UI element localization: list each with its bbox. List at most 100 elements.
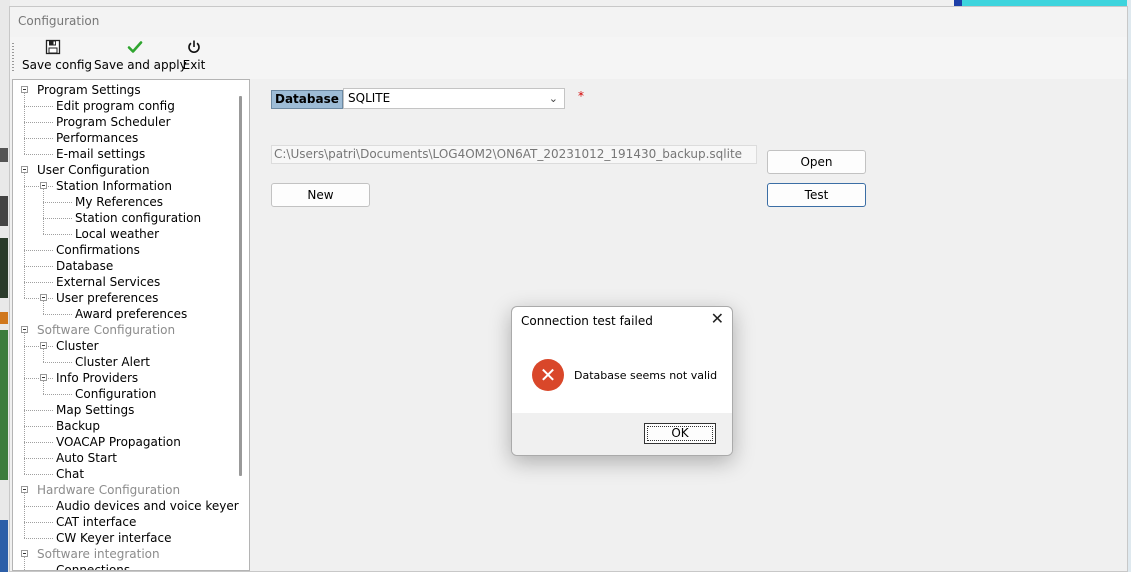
tree-connector (43, 202, 72, 203)
tree-expander-icon[interactable] (40, 182, 47, 189)
tree-guide-line (24, 93, 25, 154)
dialog-title: Connection test failed (521, 314, 653, 328)
tree-item[interactable]: Station Information (56, 178, 172, 194)
tree-item[interactable]: Software integration (37, 546, 160, 562)
exit-label: Exit (182, 58, 206, 72)
tree-guide-line (43, 381, 44, 394)
test-button[interactable]: Test (767, 183, 866, 207)
tree-expander-icon[interactable] (40, 294, 47, 301)
tree-item[interactable]: Program Settings (37, 82, 141, 98)
tree-item[interactable]: Connections (56, 562, 130, 570)
tree-connector (24, 122, 53, 123)
tree-connector (24, 426, 53, 427)
tree-item[interactable]: Performances (56, 130, 138, 146)
tree-expander-icon[interactable] (21, 486, 28, 493)
tree-connector (24, 298, 53, 299)
required-marker: * (578, 89, 584, 103)
tree-item[interactable]: My References (75, 194, 163, 210)
tree-item[interactable]: Audio devices and voice keyer (56, 498, 239, 514)
tree-item[interactable]: VOACAP Propagation (56, 434, 181, 450)
tree-connector (43, 394, 72, 395)
tree-item[interactable]: Station configuration (75, 210, 201, 226)
tree-guide-line (43, 349, 44, 362)
tree-connector (24, 282, 53, 283)
checkmark-icon (94, 39, 176, 57)
tree-connector (24, 474, 53, 475)
tree-item[interactable]: CW Keyer interface (56, 530, 171, 546)
save-config-button[interactable]: Save config (22, 39, 92, 75)
tree-connector (24, 458, 53, 459)
dialog-footer: OK (512, 413, 732, 455)
tree-guide-line (24, 333, 25, 474)
tree-expander-icon[interactable] (21, 166, 28, 173)
tree-connector (24, 186, 53, 187)
tree-item[interactable]: Configuration (75, 386, 156, 402)
window-title: Configuration (10, 7, 1127, 37)
tree-guide-line (24, 173, 25, 298)
database-type-select[interactable]: SQLITE ⌄ (343, 88, 565, 109)
tree-connector (24, 442, 53, 443)
toolbar: Save config Save and apply Exit (10, 37, 1127, 79)
tree-item[interactable]: Database (56, 258, 113, 274)
tree-expander-icon[interactable] (21, 86, 28, 93)
tree-scrollbar-thumb[interactable] (239, 96, 242, 476)
tree-item[interactable]: Hardware Configuration (37, 482, 180, 498)
tree-item[interactable]: Program Scheduler (56, 114, 171, 130)
tree-connector (43, 362, 72, 363)
new-button[interactable]: New (271, 183, 370, 207)
database-path-field[interactable]: C:\Users\patri\Documents\LOG4OM2\ON6AT_2… (271, 145, 757, 164)
tree-connector (24, 410, 53, 411)
tree-connector (43, 218, 72, 219)
tree-item[interactable]: User Configuration (37, 162, 150, 178)
error-icon: ✕ (532, 359, 564, 391)
tree-connector (24, 266, 53, 267)
tree-item[interactable]: Chat (56, 466, 84, 482)
database-type-value: SQLITE (348, 91, 391, 105)
power-icon (182, 39, 206, 57)
tree-item[interactable]: Software Configuration (37, 322, 175, 338)
tree-item[interactable]: Award preferences (75, 306, 187, 322)
tree-connector (24, 570, 53, 571)
tree-expander-icon[interactable] (40, 374, 47, 381)
tree-item[interactable]: Auto Start (56, 450, 117, 466)
tree-item[interactable]: Map Settings (56, 402, 134, 418)
tree-guide-line (24, 493, 25, 538)
settings-tree: Program Settings Edit program config Progr… (12, 79, 250, 571)
tree-item[interactable]: User preferences (56, 290, 158, 306)
tree-item[interactable]: Info Providers (56, 370, 138, 386)
tree-connector (24, 106, 53, 107)
open-button[interactable]: Open (767, 150, 866, 174)
tree-item[interactable]: CAT interface (56, 514, 136, 530)
close-icon[interactable]: ✕ (711, 311, 724, 327)
tree-item[interactable]: Edit program config (56, 98, 175, 114)
database-label: Database (271, 90, 343, 109)
chevron-down-icon: ⌄ (548, 92, 558, 105)
save-config-label: Save config (22, 58, 92, 72)
tree-item[interactable]: Local weather (75, 226, 159, 242)
tree-connector (24, 250, 53, 251)
tree-guide-line (24, 557, 25, 570)
tree-item[interactable]: Cluster (56, 338, 99, 354)
tree-item[interactable]: External Services (56, 274, 160, 290)
tree-item[interactable]: Cluster Alert (75, 354, 150, 370)
tree-connector (43, 234, 72, 235)
tree-connector (24, 506, 53, 507)
configuration-window: Configuration Save config Save and apply… (9, 6, 1128, 572)
ok-button[interactable]: OK (644, 423, 716, 444)
exit-button[interactable]: Exit (182, 39, 206, 75)
tree-expander-icon[interactable] (21, 550, 28, 557)
tree-item[interactable]: Confirmations (56, 242, 140, 258)
tree-expander-icon[interactable] (40, 342, 47, 349)
tree-item[interactable]: Backup (56, 418, 100, 434)
dialog-message: Database seems not valid (574, 369, 718, 382)
tree-expander-icon[interactable] (21, 326, 28, 333)
save-and-apply-button[interactable]: Save and apply (94, 39, 187, 75)
toolbar-grip[interactable] (12, 43, 14, 73)
tree-connector (24, 522, 53, 523)
tree-guide-line (43, 301, 44, 314)
tree-item[interactable]: E-mail settings (56, 146, 145, 162)
floppy-disk-icon (22, 39, 84, 57)
tree-connector (43, 314, 72, 315)
tree-connector (24, 378, 53, 379)
tree-connector (24, 138, 53, 139)
